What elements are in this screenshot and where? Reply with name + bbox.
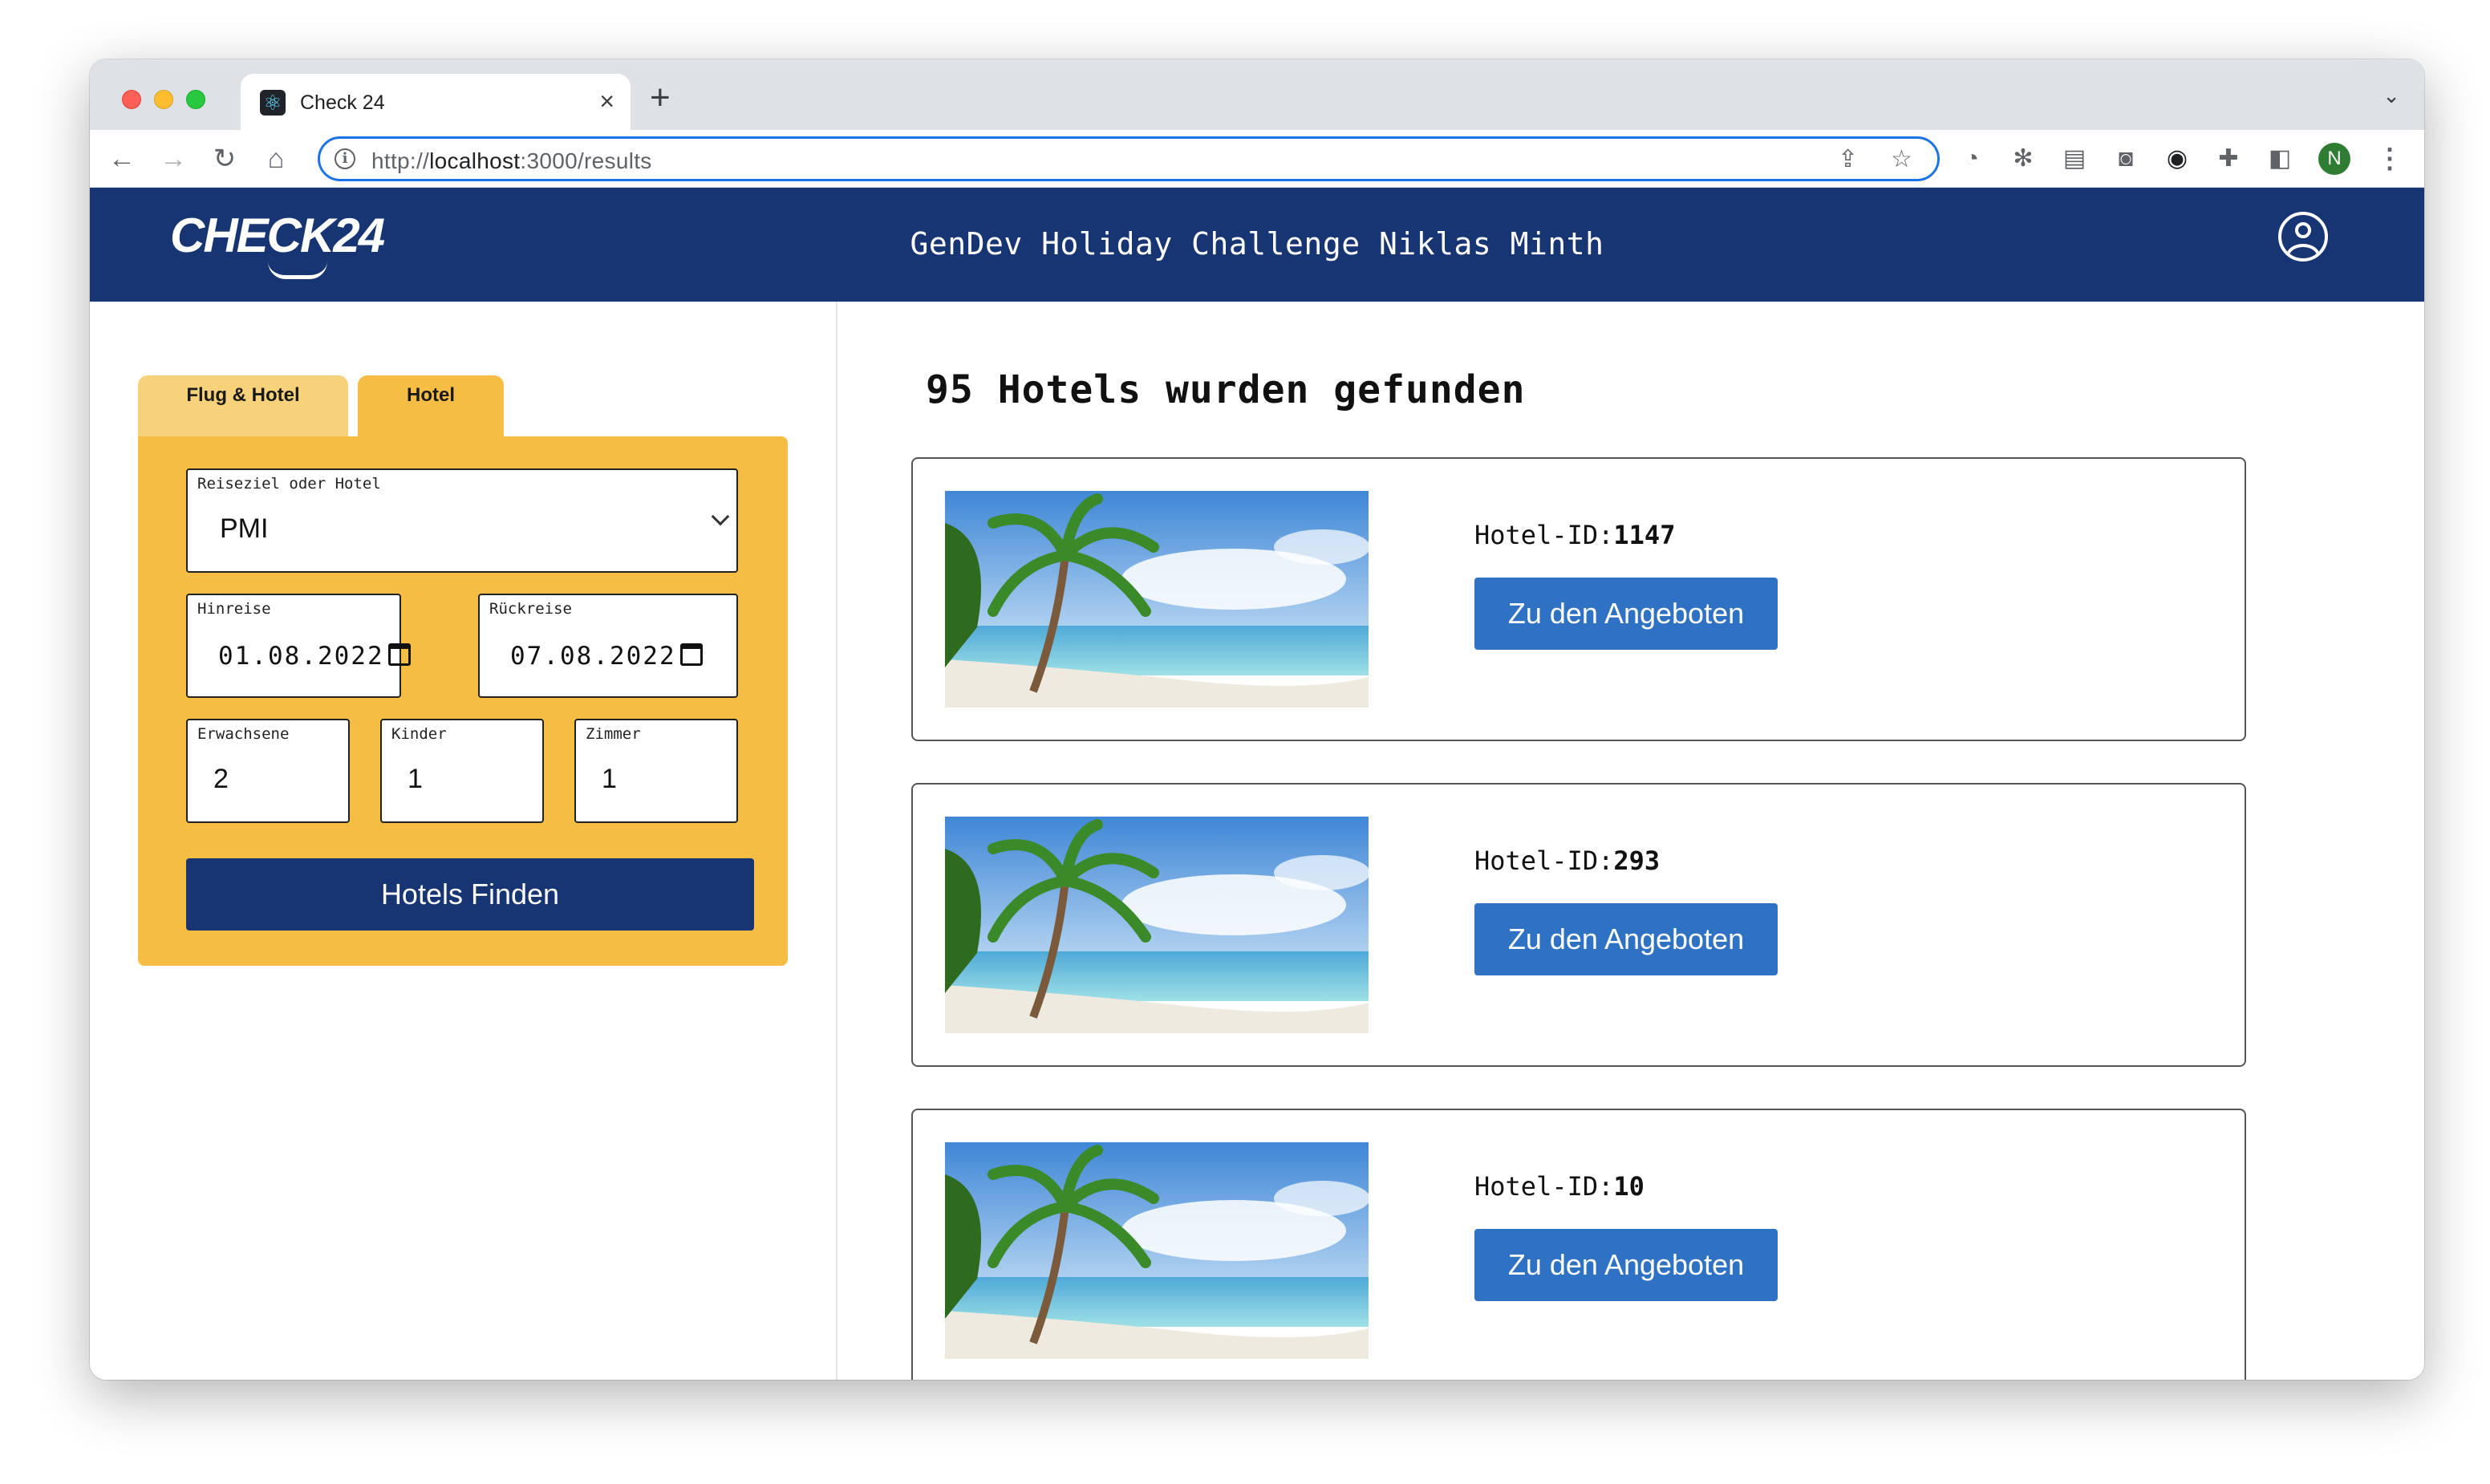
browser-window: ⚛ Check 24 × + ⌄ ← → ↻ ⌂ i http://localh… xyxy=(90,59,2424,1380)
rooms-input[interactable]: Zimmer 1 xyxy=(574,719,738,823)
search-sidebar: Flug & Hotel Hotel Reiseziel oder Hotel … xyxy=(90,302,837,1380)
web-page: CHECK24 GenDev Holiday Challenge Niklas … xyxy=(90,188,2424,1380)
view-offers-button[interactable]: Zu den Angeboten xyxy=(1474,578,1778,650)
hotel-id-value: 293 xyxy=(1613,845,1661,876)
rooms-label: Zimmer xyxy=(586,725,641,743)
url-host: localhost xyxy=(429,148,521,173)
tab-strip: ⚛ Check 24 × + ⌄ xyxy=(90,59,2424,130)
departure-date-input[interactable]: Hinreise 01.08.2022 xyxy=(186,594,411,698)
results-panel: 95 Hotels wurden gefunden Hotel-ID:1147 … xyxy=(839,302,2424,1380)
hotel-id-label: Hotel-ID: xyxy=(1474,1171,1614,1202)
calendar-icon[interactable] xyxy=(388,643,411,666)
return-value: 07.08.2022 xyxy=(510,642,676,671)
calendar-icon[interactable] xyxy=(680,643,703,666)
reload-icon[interactable]: ↻ xyxy=(207,141,242,176)
hotel-id-value: 1147 xyxy=(1613,520,1676,550)
close-window-button[interactable] xyxy=(122,90,141,109)
tab-title: Check 24 xyxy=(300,91,385,114)
beach-palm-image xyxy=(945,1142,1369,1359)
return-label: Rückreise xyxy=(489,600,572,618)
browser-tab-active[interactable]: ⚛ Check 24 × xyxy=(241,74,631,130)
bug-extension-icon[interactable]: ✻ xyxy=(2009,144,2038,173)
address-bar[interactable]: i http://localhost:3000/results ⇪ ☆ xyxy=(318,136,1940,181)
results-count-heading: 95 Hotels wurden gefunden xyxy=(926,367,1526,412)
minimize-window-button[interactable] xyxy=(154,90,173,109)
hotel-image xyxy=(945,1142,1369,1359)
adults-input[interactable]: Erwachsene 2 xyxy=(186,719,350,823)
hotel-image xyxy=(945,491,1369,708)
children-input[interactable]: Kinder 1 xyxy=(380,719,544,823)
hotel-card: Hotel-ID:10 Zu den Angeboten xyxy=(911,1109,2246,1380)
destination-label: Reiseziel oder Hotel xyxy=(197,475,381,493)
camera-extension-icon[interactable]: ◙ xyxy=(2111,144,2140,173)
adults-label: Erwachsene xyxy=(197,725,290,743)
hotel-image xyxy=(945,817,1369,1033)
hotel-id: Hotel-ID:1147 xyxy=(1474,520,1675,550)
new-tab-button[interactable]: + xyxy=(650,79,671,117)
hotel-id: Hotel-ID:293 xyxy=(1474,845,1660,876)
tab-hotel[interactable]: Hotel xyxy=(358,375,504,438)
home-icon[interactable]: ⌂ xyxy=(258,141,294,176)
extensions-puzzle-icon[interactable]: ✚ xyxy=(2214,144,2243,173)
beach-palm-image xyxy=(945,817,1369,1033)
view-offers-button[interactable]: Zu den Angeboten xyxy=(1474,903,1778,975)
back-arrow-icon[interactable]: ← xyxy=(104,141,140,176)
departure-value: 01.08.2022 xyxy=(218,642,384,671)
user-account-icon[interactable] xyxy=(2278,212,2328,262)
view-offers-button[interactable]: Zu den Angeboten xyxy=(1474,1229,1778,1301)
site-header: CHECK24 GenDev Holiday Challenge Niklas … xyxy=(90,188,2424,302)
departure-label: Hinreise xyxy=(197,600,271,618)
tab-flug-hotel[interactable]: Flug & Hotel xyxy=(138,375,348,438)
forward-arrow-icon[interactable]: → xyxy=(156,141,191,176)
profile-avatar[interactable]: N xyxy=(2318,143,2350,175)
children-label: Kinder xyxy=(391,725,447,743)
circle-extension-icon[interactable]: ◉ xyxy=(2163,144,2192,173)
url-text[interactable]: http://localhost:3000/results xyxy=(371,148,652,174)
side-panel-icon[interactable]: ◧ xyxy=(2265,144,2294,173)
hotel-card: Hotel-ID:293 Zu den Angeboten xyxy=(911,783,2246,1067)
hotel-card: Hotel-ID:1147 Zu den Angeboten xyxy=(911,457,2246,741)
url-scheme: http:// xyxy=(371,148,430,173)
zoom-window-button[interactable] xyxy=(186,90,205,109)
hotel-id: Hotel-ID:10 xyxy=(1474,1171,1644,1202)
tab-search-chevron-icon[interactable]: ⌄ xyxy=(2383,83,2400,108)
rooms-value: 1 xyxy=(602,764,617,794)
tab-close-icon[interactable]: × xyxy=(599,87,614,116)
chevron-down-icon xyxy=(711,507,730,526)
site-info-icon[interactable]: i xyxy=(335,148,355,169)
destination-select[interactable]: Reiseziel oder Hotel PMI xyxy=(186,468,738,573)
user-icon-head xyxy=(2295,222,2311,238)
url-path: :3000/results xyxy=(520,148,652,173)
react-favicon-icon: ⚛ xyxy=(260,90,286,116)
window-controls xyxy=(122,90,205,109)
hotel-id-value: 10 xyxy=(1613,1171,1644,1202)
logo-smile-icon xyxy=(268,262,327,279)
destination-value: PMI xyxy=(220,513,269,544)
hotel-id-label: Hotel-ID: xyxy=(1474,520,1614,550)
browser-menu-icon[interactable]: ⋮ xyxy=(2376,143,2403,175)
document-extension-icon[interactable]: ▤ xyxy=(2060,144,2089,173)
return-date-input[interactable]: Rückreise 07.08.2022 xyxy=(478,594,738,698)
share-icon[interactable]: ⇪ xyxy=(1838,145,1858,173)
find-hotels-button[interactable]: Hotels Finden xyxy=(186,858,754,931)
password-extension-icon[interactable]: ◔ xyxy=(1957,144,1986,173)
beach-palm-image xyxy=(945,491,1369,708)
adults-value: 2 xyxy=(213,764,229,794)
children-value: 1 xyxy=(408,764,423,794)
search-form: Reiseziel oder Hotel PMI Hinreise 01.08.… xyxy=(138,436,788,966)
hotel-id-label: Hotel-ID: xyxy=(1474,845,1614,876)
bookmark-star-icon[interactable]: ☆ xyxy=(1891,145,1912,173)
header-title: GenDev Holiday Challenge Niklas Minth xyxy=(910,226,1604,262)
browser-toolbar: ← → ↻ ⌂ i http://localhost:3000/results … xyxy=(90,130,2424,188)
